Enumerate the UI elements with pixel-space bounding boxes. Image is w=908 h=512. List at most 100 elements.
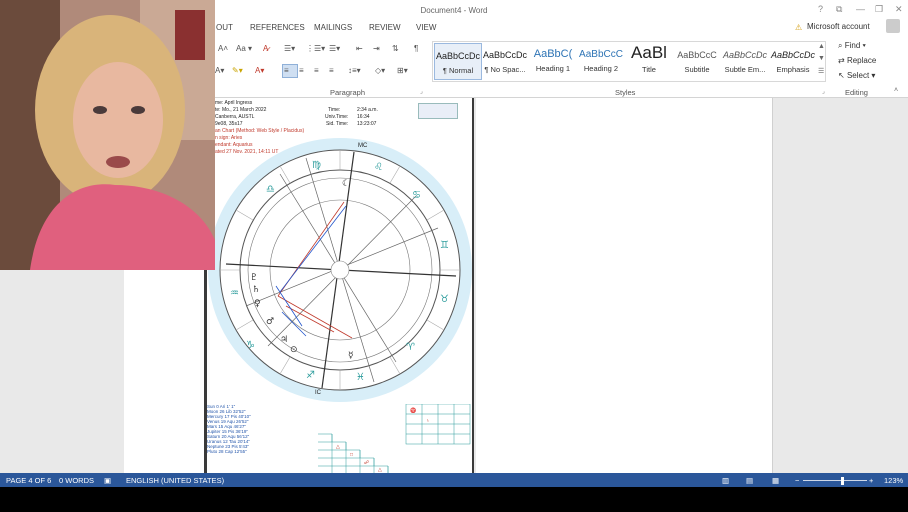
collapse-ribbon-icon[interactable]: ˄ — [894, 87, 898, 94]
align-right-icon[interactable]: ≡ — [314, 66, 319, 75]
numbering-icon[interactable]: ⋮☰▾ — [306, 44, 325, 53]
text-effects-icon[interactable]: A▾ — [215, 66, 224, 75]
styles-launcher-icon[interactable]: ⌟ — [822, 88, 825, 95]
style-name: Emphasis — [776, 65, 810, 74]
svg-text:□: □ — [350, 452, 353, 458]
shading-icon[interactable]: ◇▾ — [375, 66, 385, 75]
chart-time-label: Time: — [328, 107, 341, 113]
style-preview: AaBbCcDc — [770, 50, 815, 60]
style-preview: AaBbCcDc — [435, 51, 480, 61]
word-count[interactable]: 0 WORDS — [59, 476, 94, 485]
svg-text:♀: ♀ — [254, 299, 261, 309]
style-name: Subtle Em... — [724, 65, 766, 74]
language[interactable]: ENGLISH (UNITED STATES) — [126, 476, 224, 485]
account-button[interactable]: Microsoft account — [807, 22, 870, 31]
svg-text:♇: ♇ — [250, 273, 258, 283]
align-center-icon[interactable]: ≡ — [299, 66, 304, 75]
decrease-indent-icon[interactable]: ⇤ — [356, 44, 363, 53]
sort-icon[interactable]: ⇅ — [392, 44, 399, 53]
borders-icon[interactable]: ⊞▾ — [397, 66, 408, 75]
increase-indent-icon[interactable]: ⇥ — [373, 44, 380, 53]
print-layout-icon[interactable]: ▤ — [746, 476, 753, 485]
aspect-grid-image: △□☍△ ♈♄ — [318, 404, 471, 473]
highlight-icon[interactable]: ✎▾ — [232, 66, 243, 75]
avatar[interactable] — [886, 19, 900, 33]
replace-button[interactable]: ⇄ Replace — [838, 56, 876, 65]
clear-formatting-icon[interactable]: A̷ — [263, 44, 268, 53]
show-formatting-marks-icon[interactable]: ¶ — [414, 44, 418, 53]
restore-button[interactable]: ❐ — [875, 4, 883, 15]
tab-layout[interactable]: OUT — [216, 23, 233, 32]
grow-font-icon[interactable]: A˄ — [218, 44, 228, 53]
replace-icon: ⇄ — [838, 56, 847, 65]
style-name: Heading 2 — [583, 64, 619, 73]
select-button[interactable]: ↖ Select ▾ — [838, 71, 875, 80]
zoom-in-button[interactable]: + — [869, 476, 873, 485]
zoom-slider-track[interactable] — [803, 480, 867, 481]
svg-text:♐: ♐ — [306, 370, 315, 381]
svg-text:♈: ♈ — [410, 407, 416, 414]
proofing-icon[interactable]: ▣ — [104, 476, 111, 485]
read-mode-icon[interactable]: ▥ — [722, 476, 729, 485]
page-divider — [772, 98, 773, 473]
svg-text:♊: ♊ — [440, 240, 449, 251]
style-name: ¶ Normal — [442, 66, 474, 75]
find-button[interactable]: ⌕ Find ▾ — [838, 41, 866, 51]
zoom-out-button[interactable]: − — [795, 476, 799, 485]
styles-scroll-up-icon[interactable]: ▲ — [818, 43, 825, 50]
svg-text:♃: ♃ — [280, 335, 288, 345]
svg-text:♋: ♋ — [412, 190, 421, 201]
svg-text:☍: ☍ — [364, 460, 369, 466]
bottom-black-bar — [0, 487, 908, 512]
font-color-icon[interactable]: A▾ — [255, 66, 264, 75]
svg-text:♂: ♂ — [266, 317, 274, 327]
editing-group-label: Editing — [845, 88, 868, 97]
style-title[interactable]: AaBl Title — [626, 43, 672, 78]
styles-scroll-down-icon[interactable]: ▼ — [818, 55, 825, 62]
styles-more-icon[interactable]: ☰ — [818, 67, 824, 75]
multilevel-list-icon[interactable]: ☰▾ — [329, 44, 340, 53]
style-name: Title — [642, 65, 656, 74]
select-icon: ↖ — [838, 71, 847, 80]
justify-icon[interactable]: ≡ — [329, 66, 334, 75]
planet-name: Pluto — [207, 449, 218, 454]
ribbon-display-options-icon[interactable]: ⧉ — [836, 4, 842, 15]
minimize-button[interactable]: — — [856, 4, 865, 14]
align-left-icon: ≡ — [284, 66, 289, 75]
svg-text:♓: ♓ — [356, 372, 365, 383]
tab-review[interactable]: REVIEW — [369, 23, 401, 32]
style-subtle-emphasis[interactable]: AaBbCcDc Subtle Em... — [722, 43, 768, 78]
zoom-level[interactable]: 123% — [884, 476, 903, 485]
web-layout-icon[interactable]: ▦ — [772, 476, 779, 485]
paragraph-launcher-icon[interactable]: ⌟ — [420, 88, 423, 95]
replace-label: Replace — [846, 56, 877, 65]
webcam-overlay — [0, 0, 215, 270]
style-emphasis[interactable]: AaBbCcDc Emphasis — [770, 43, 816, 78]
style-no-spacing[interactable]: AaBbCcDc ¶ No Spac... — [482, 43, 528, 78]
tab-references[interactable]: REFERENCES — [250, 23, 305, 32]
style-heading-1[interactable]: AaBbC( Heading 1 — [530, 43, 576, 78]
change-case-icon[interactable]: Aa ▾ — [236, 44, 252, 53]
help-icon[interactable]: ? — [818, 4, 823, 14]
bullets-icon[interactable]: ☰▾ — [284, 44, 295, 53]
planet-position: 28 Cap 12'55" — [218, 449, 247, 454]
style-normal[interactable]: AaBbCcDc ¶ Normal — [434, 43, 482, 80]
style-subtitle[interactable]: AaBbCcC Subtitle — [674, 43, 720, 78]
style-preview: AaBbC( — [533, 48, 573, 60]
chart-method: an Chart (Method: Web Style / Placidus) — [215, 128, 305, 134]
zoom-slider-thumb[interactable] — [841, 477, 845, 485]
tab-view[interactable]: VIEW — [416, 23, 436, 32]
svg-text:☾: ☾ — [342, 179, 350, 189]
close-button[interactable]: ✕ — [895, 4, 903, 15]
line-spacing-icon[interactable]: ↕≡▾ — [348, 66, 361, 75]
astro-wheel-image: ♍ ♌ ♎ ♋ ♊ ♒ ♉ ♈ ♑ ♐ ♓ ☾ ♇ ♄ ♀ ♂ ♃ ⊙ ☿ — [208, 138, 472, 402]
styles-group-label: Styles — [615, 88, 636, 97]
mc-label: MC — [358, 143, 368, 149]
tab-mailings[interactable]: MAILINGS — [314, 23, 352, 32]
svg-text:⊙: ⊙ — [290, 345, 298, 355]
style-preview: AaBl — [631, 43, 667, 62]
find-icon: ⌕ — [838, 41, 845, 50]
page-count[interactable]: PAGE 4 OF 6 — [6, 476, 51, 485]
svg-text:♄: ♄ — [426, 418, 430, 424]
style-heading-2[interactable]: AaBbCcC Heading 2 — [578, 43, 624, 78]
